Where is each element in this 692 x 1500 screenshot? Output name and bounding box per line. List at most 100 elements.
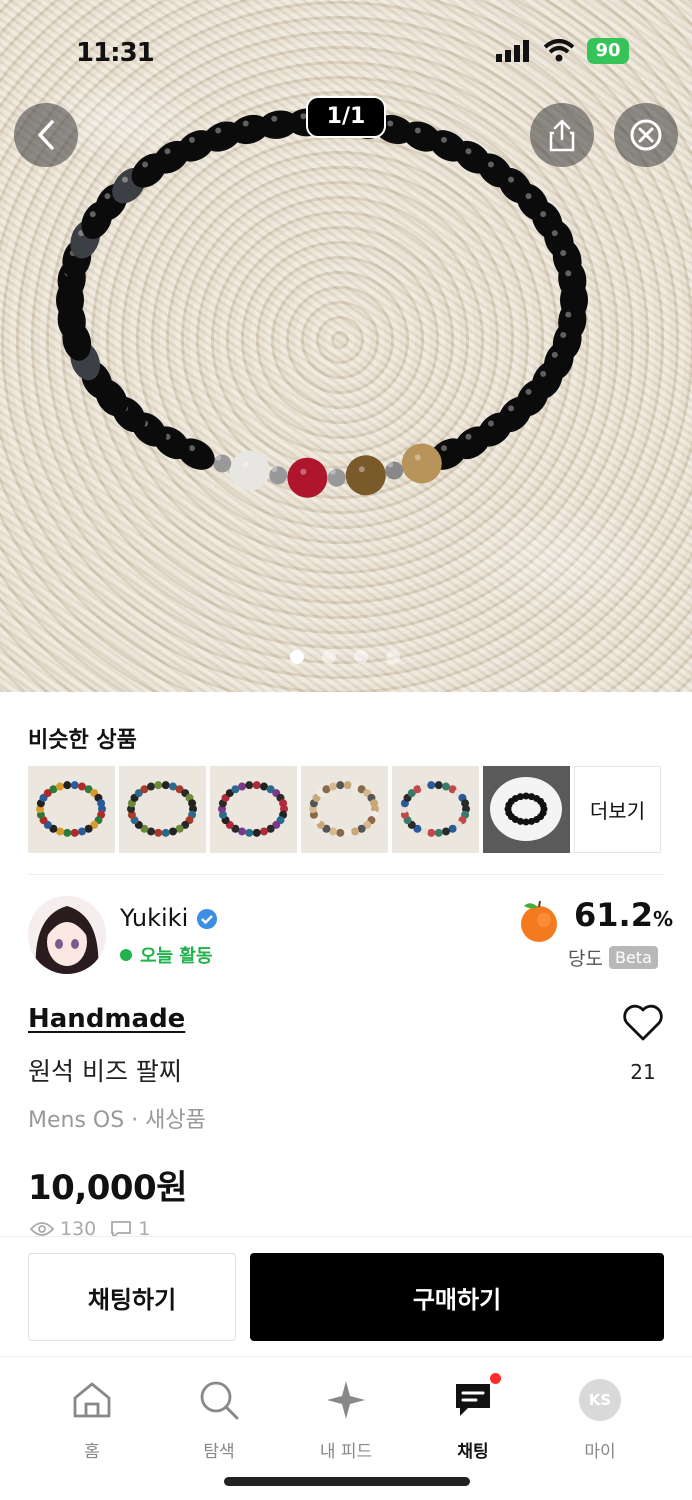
bead-highlight (565, 270, 572, 277)
thumb-bead (97, 799, 106, 808)
close-icon (630, 119, 662, 151)
divider (28, 874, 664, 875)
seller-activity: 오늘 활동 (120, 942, 213, 968)
bead-highlight (271, 115, 278, 122)
tab-label: 홈 (84, 1442, 100, 1462)
bead-highlight (89, 211, 96, 218)
wifi-icon (543, 39, 575, 62)
tab-label: 내 피드 (319, 1442, 373, 1462)
notification-dot (490, 1373, 501, 1384)
similar-product-thumb[interactable] (301, 766, 388, 853)
tab-label: 탐색 (203, 1442, 235, 1462)
thumb-bead (350, 827, 359, 836)
online-dot-icon (120, 949, 132, 961)
status-bar: 11:31 90 (0, 30, 692, 74)
similar-product-thumb[interactable] (210, 766, 297, 853)
thumb-bead (259, 827, 268, 836)
similar-product-thumb[interactable] (119, 766, 206, 853)
battery-indicator: 90 (587, 38, 629, 64)
bead-highlight (242, 120, 249, 127)
bead-highlight (551, 351, 558, 358)
thumb-bead (56, 782, 65, 791)
seller-activity-label: 오늘 활동 (140, 946, 213, 967)
thumb-bead (420, 782, 429, 791)
thumb-bead (336, 781, 345, 790)
thumb-bead (434, 781, 443, 790)
bead-highlight (565, 311, 572, 318)
chevron-left-icon (38, 120, 54, 150)
similar-product-thumb[interactable] (392, 766, 479, 853)
seller-score-value: 61.2 (574, 896, 653, 934)
purchase-action-bar: 채팅하기 구매하기 (0, 1236, 692, 1356)
pagination-dot (386, 650, 400, 664)
share-button[interactable] (530, 103, 594, 167)
bead-highlight (242, 461, 249, 468)
back-button[interactable] (14, 103, 78, 167)
image-counter: 1/1 (306, 96, 386, 138)
thumb-bead (168, 827, 177, 836)
eye-icon (30, 1222, 54, 1236)
bead-highlight (465, 433, 472, 440)
thumb-bead (161, 828, 170, 837)
similar-product-thumb[interactable] (483, 766, 570, 853)
bead-highlight (300, 468, 307, 475)
bead-highlight (189, 445, 195, 452)
pagination-dot (290, 650, 304, 664)
signal-icon (496, 40, 529, 62)
bead-highlight (508, 176, 515, 183)
bead-highlight (487, 420, 494, 427)
bead-highlight (525, 193, 532, 200)
bead-highlight (387, 120, 394, 127)
thumb-bead (245, 828, 254, 837)
bead-highlight (525, 388, 532, 395)
thumb-bead (343, 828, 352, 837)
bead-highlight (540, 211, 547, 218)
bead (269, 466, 288, 485)
bead-highlight (387, 461, 394, 468)
tab-my[interactable]: KS 마이 (545, 1377, 655, 1462)
bead-highlight (441, 445, 447, 452)
thumb-bead (441, 827, 450, 836)
seller-name[interactable]: Yukiki (120, 904, 188, 932)
heart-icon[interactable] (622, 1004, 664, 1042)
bead-highlight (540, 370, 547, 377)
product-brand-link[interactable]: Handmade (28, 1004, 185, 1034)
similar-product-thumb[interactable] (28, 766, 115, 853)
thumb-bead (434, 828, 443, 837)
thumb-bead (63, 828, 72, 837)
more-similar-button[interactable]: 더보기 (574, 766, 661, 853)
bead-highlight (441, 136, 447, 143)
tab-chat[interactable]: 채팅 (418, 1373, 528, 1462)
thumb-bead (539, 801, 547, 809)
bead-highlight (189, 136, 195, 143)
thumb-bead (427, 781, 436, 790)
buy-button[interactable]: 구매하기 (250, 1253, 664, 1341)
search-icon (200, 1381, 239, 1420)
thumb-bead (147, 782, 156, 791)
bead-highlight (329, 468, 336, 475)
bead (287, 457, 328, 498)
tab-my-feed[interactable]: 내 피드 (291, 1377, 401, 1462)
pagination-dot (322, 650, 336, 664)
score-label-text: 당도 (568, 948, 603, 970)
close-button[interactable] (614, 103, 678, 167)
bead-highlight (560, 332, 567, 339)
image-pagination (290, 650, 400, 664)
tab-home[interactable]: 홈 (37, 1377, 147, 1462)
bead-highlight (271, 466, 278, 473)
thumb-bead (279, 799, 288, 808)
thumb-bead (370, 799, 379, 808)
bead (229, 450, 270, 491)
pagination-dot (354, 650, 368, 664)
tab-search[interactable]: 탐색 (164, 1377, 274, 1462)
chat-button[interactable]: 채팅하기 (28, 1253, 236, 1341)
bead-highlight (215, 454, 222, 461)
seller-avatar[interactable] (28, 896, 106, 974)
thumb-bead (188, 799, 197, 808)
bead-highlight (164, 148, 171, 155)
thumb-bead (161, 781, 170, 790)
chat-icon (456, 1384, 490, 1416)
bead (345, 455, 386, 496)
seller-score-label: 당도 Beta (568, 944, 658, 971)
seller-score-unit: % (652, 907, 673, 931)
